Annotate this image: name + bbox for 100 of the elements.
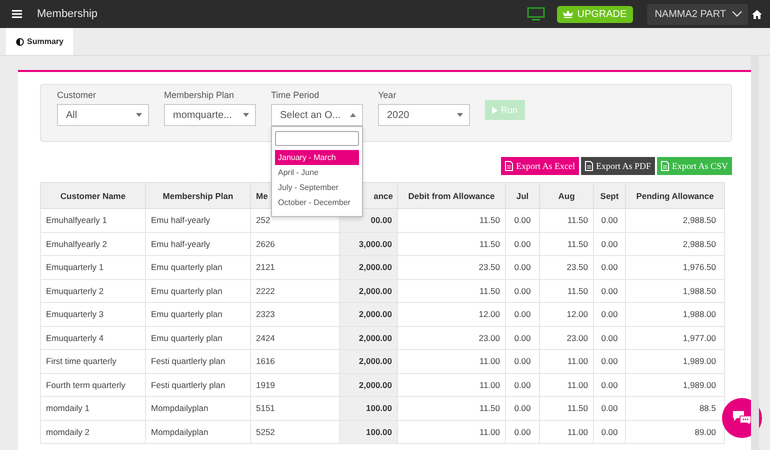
table-cell: momdaily 1 [40, 396, 146, 420]
table-cell: 2,000.00 [340, 373, 398, 396]
table-cell: 5252 [250, 420, 340, 444]
dropdown-option[interactable]: January - March [275, 150, 359, 165]
table-cell: 2,000.00 [340, 256, 398, 279]
table-cell: 2222 [250, 279, 340, 302]
table-cell: 11.50 [398, 396, 506, 420]
table-cell: Emuhalfyearly 1 [40, 208, 146, 232]
filter-label: Customer [57, 90, 98, 100]
table-cell: 1919 [250, 373, 340, 396]
play-icon [492, 106, 498, 114]
table-cell: 11.00 [540, 373, 594, 396]
column-header[interactable]: Aug [540, 182, 594, 208]
column-header[interactable]: Debit from Allowance [398, 182, 506, 208]
file-icon [504, 161, 513, 171]
table-cell: 23.50 [398, 256, 506, 279]
table-cell: 11.00 [540, 420, 594, 444]
table-cell: 11.50 [540, 208, 594, 232]
table-cell: 0.00 [594, 373, 626, 396]
table-cell: 0.00 [594, 420, 626, 444]
table-cell: 0.00 [594, 208, 626, 232]
select-field[interactable]: 2020 [378, 104, 470, 126]
table-cell: Emu quarterly plan [146, 326, 250, 350]
table-cell: 0.00 [506, 373, 540, 396]
table-cell: Emu quarterly plan [146, 302, 250, 326]
table-cell: 12.00 [540, 302, 594, 326]
table-cell: 11.50 [540, 396, 594, 420]
crown-icon [563, 10, 574, 18]
select-field[interactable]: Select an O... [271, 104, 363, 126]
chat-icon [732, 410, 752, 426]
monitor-icon[interactable] [527, 7, 546, 21]
select-field[interactable]: momquarte... [164, 104, 256, 126]
caret-down-icon [136, 113, 142, 117]
table-cell: 3,000.00 [340, 232, 398, 256]
table-cell: 1,989.00 [626, 373, 724, 396]
table-cell: First time quarterly [40, 350, 146, 373]
table-cell: momdaily 2 [40, 420, 146, 444]
table-cell: 0.00 [594, 302, 626, 326]
table-cell: 0.00 [594, 279, 626, 302]
table-cell: 11.00 [398, 420, 506, 444]
table-cell: Festi quartlerly plan [146, 350, 250, 373]
table-cell: 0.00 [506, 326, 540, 350]
export-button[interactable]: Export As Excel [500, 157, 579, 175]
column-header[interactable]: Sept [594, 182, 626, 208]
table-cell: 100.00 [340, 420, 398, 444]
table-cell: 2,000.00 [340, 350, 398, 373]
column-header[interactable]: Jul [506, 182, 540, 208]
table-cell: 23.00 [540, 326, 594, 350]
menu-icon[interactable] [12, 10, 22, 18]
table-cell: 2,988.50 [626, 208, 724, 232]
table-cell: 0.00 [506, 208, 540, 232]
table-cell: 1,976.50 [626, 256, 724, 279]
table-cell: 1,989.00 [626, 350, 724, 373]
table-cell: 1616 [250, 350, 340, 373]
table-cell: 11.50 [398, 279, 506, 302]
table-cell: 0.00 [506, 420, 540, 444]
table-cell: 0.00 [506, 396, 540, 420]
table-cell: Emu quarterly plan [146, 279, 250, 302]
table-cell: 0.00 [594, 396, 626, 420]
home-icon[interactable] [752, 10, 762, 18]
user-menu[interactable]: NAMMA2 PART [646, 4, 748, 24]
table-cell: 11.00 [398, 373, 506, 396]
caret-down-icon [457, 113, 463, 117]
contrast-icon [16, 38, 24, 46]
table-cell: 2121 [250, 256, 340, 279]
table-cell: Emuquarterly 4 [40, 326, 146, 350]
export-button[interactable]: Export As PDF [580, 157, 655, 175]
column-header[interactable]: Membership Plan [146, 182, 250, 208]
table-cell: 11.00 [398, 350, 506, 373]
table-cell: Emuquarterly 3 [40, 302, 146, 326]
table-cell: Emuhalfyearly 2 [40, 232, 146, 256]
table-cell: 2,000.00 [340, 302, 398, 326]
file-icon [660, 161, 669, 171]
table-cell: Emu half-yearly [146, 232, 250, 256]
table-cell: Emuquarterly 1 [40, 256, 146, 279]
table-cell: 1,988.00 [626, 302, 724, 326]
table-cell: 2,988.50 [626, 232, 724, 256]
table-cell: 11.50 [398, 208, 506, 232]
table-cell: 1,977.00 [626, 326, 724, 350]
table-cell: 11.00 [540, 350, 594, 373]
table-cell: 0.00 [594, 256, 626, 279]
table-cell: Emu quarterly plan [146, 256, 250, 279]
page-title: Membership [37, 8, 98, 20]
table-cell: 100.00 [340, 396, 398, 420]
file-icon [584, 161, 593, 171]
table-cell: Mompdailyplan [146, 396, 250, 420]
table-cell: Emu half-yearly [146, 208, 250, 232]
dropdown-option[interactable]: April - June [275, 165, 359, 180]
tab[interactable]: Summary [6, 28, 74, 55]
table-cell: 2323 [250, 302, 340, 326]
table-cell: 23.00 [398, 326, 506, 350]
table-cell: 11.50 [540, 279, 594, 302]
caret-up-icon [350, 113, 356, 117]
filter-label: Membership Plan [164, 90, 236, 100]
table-cell: 2626 [250, 232, 340, 256]
column-header[interactable]: Customer Name [40, 182, 146, 208]
select-field[interactable]: All [57, 104, 149, 126]
column-header[interactable]: Pending Allowance [626, 182, 724, 208]
search-field[interactable] [275, 131, 359, 146]
table-cell: Emuquarterly 2 [40, 279, 146, 302]
